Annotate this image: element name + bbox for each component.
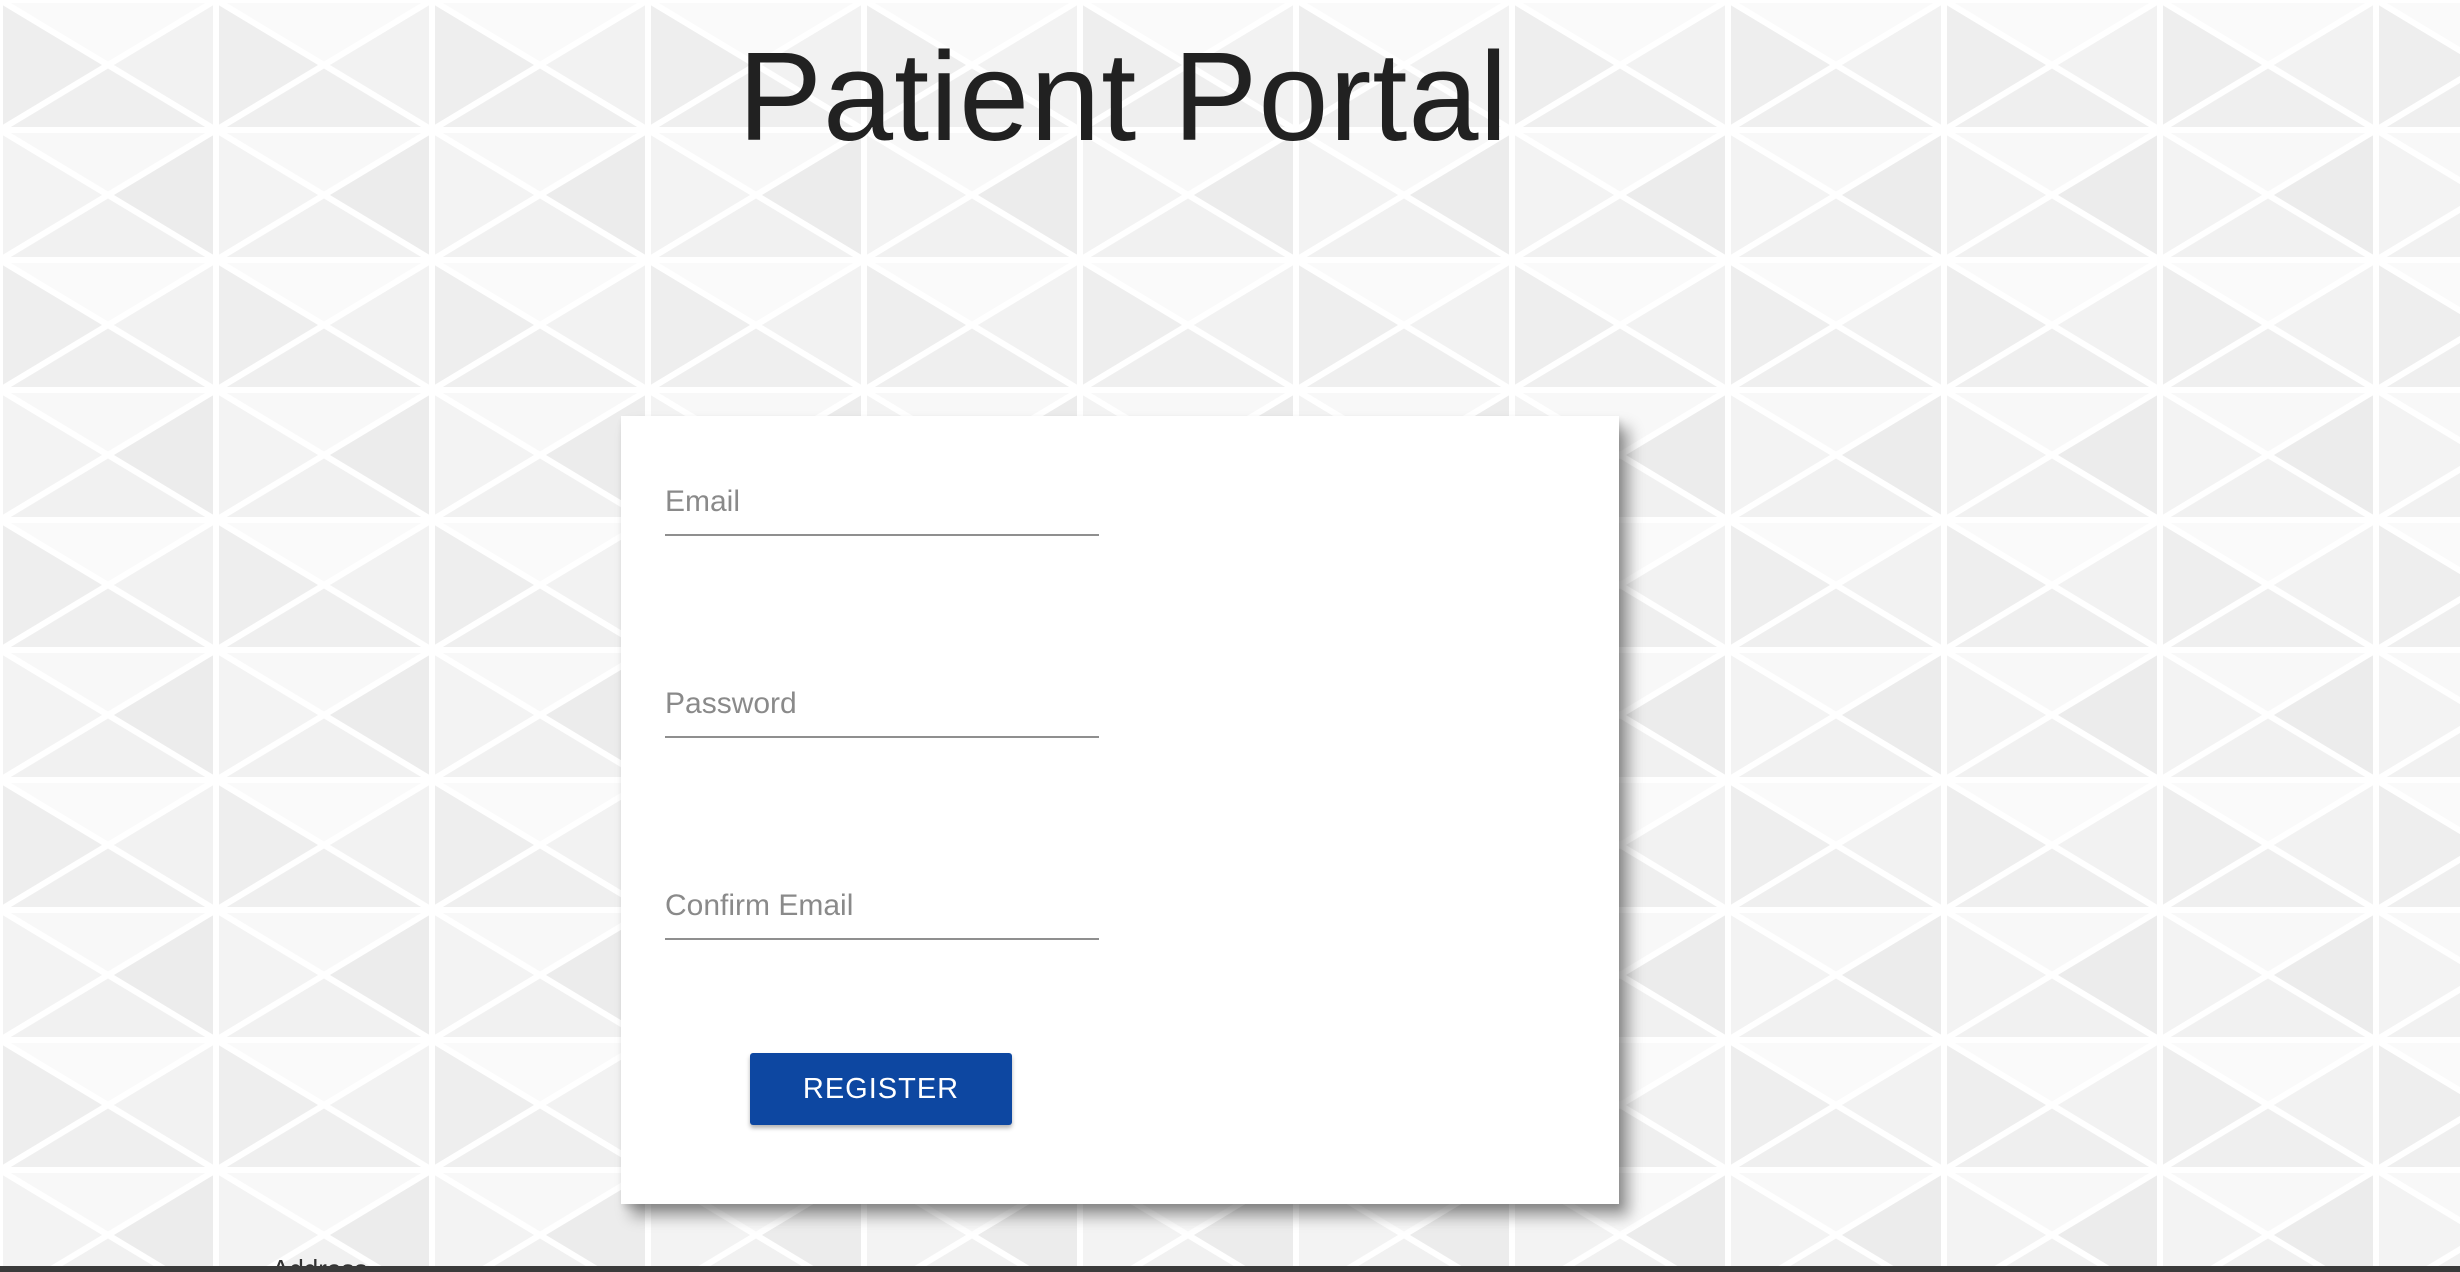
email-input[interactable]	[665, 470, 1099, 534]
email-field	[665, 470, 1099, 536]
password-field	[665, 672, 1099, 738]
register-button[interactable]: REGISTER	[750, 1053, 1012, 1125]
page-title: Patient Portal	[738, 26, 1509, 167]
registration-card: REGISTER	[621, 416, 1619, 1204]
confirm-email-field	[665, 874, 1099, 940]
confirm-email-input[interactable]	[665, 874, 1099, 938]
footer-divider	[0, 1266, 2460, 1272]
password-input[interactable]	[665, 672, 1099, 736]
